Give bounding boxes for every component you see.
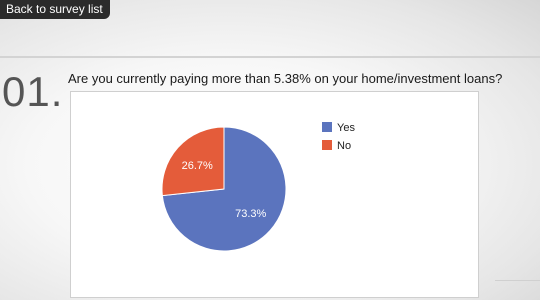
divider — [0, 56, 540, 58]
pie-slice-label-yes: 73.3% — [235, 208, 266, 220]
back-to-survey-list-button[interactable]: Back to survey list — [0, 0, 110, 19]
pie-chart-panel: 73.3% 26.7% Yes No — [70, 91, 479, 298]
legend-swatch-no — [322, 140, 332, 150]
pie-chart: 73.3% 26.7% Yes No — [161, 122, 355, 252]
divider — [495, 280, 540, 281]
legend-label-no: No — [337, 140, 351, 152]
legend-swatch-yes — [322, 122, 332, 132]
question-number: 01. — [2, 68, 64, 115]
question-text: Are you currently paying more than 5.38%… — [68, 71, 503, 86]
pie-slice-label-no: 26.7% — [182, 160, 213, 172]
survey-results-page: Back to survey list 01. Are you currentl… — [0, 0, 540, 300]
legend-label-yes: Yes — [337, 122, 355, 134]
